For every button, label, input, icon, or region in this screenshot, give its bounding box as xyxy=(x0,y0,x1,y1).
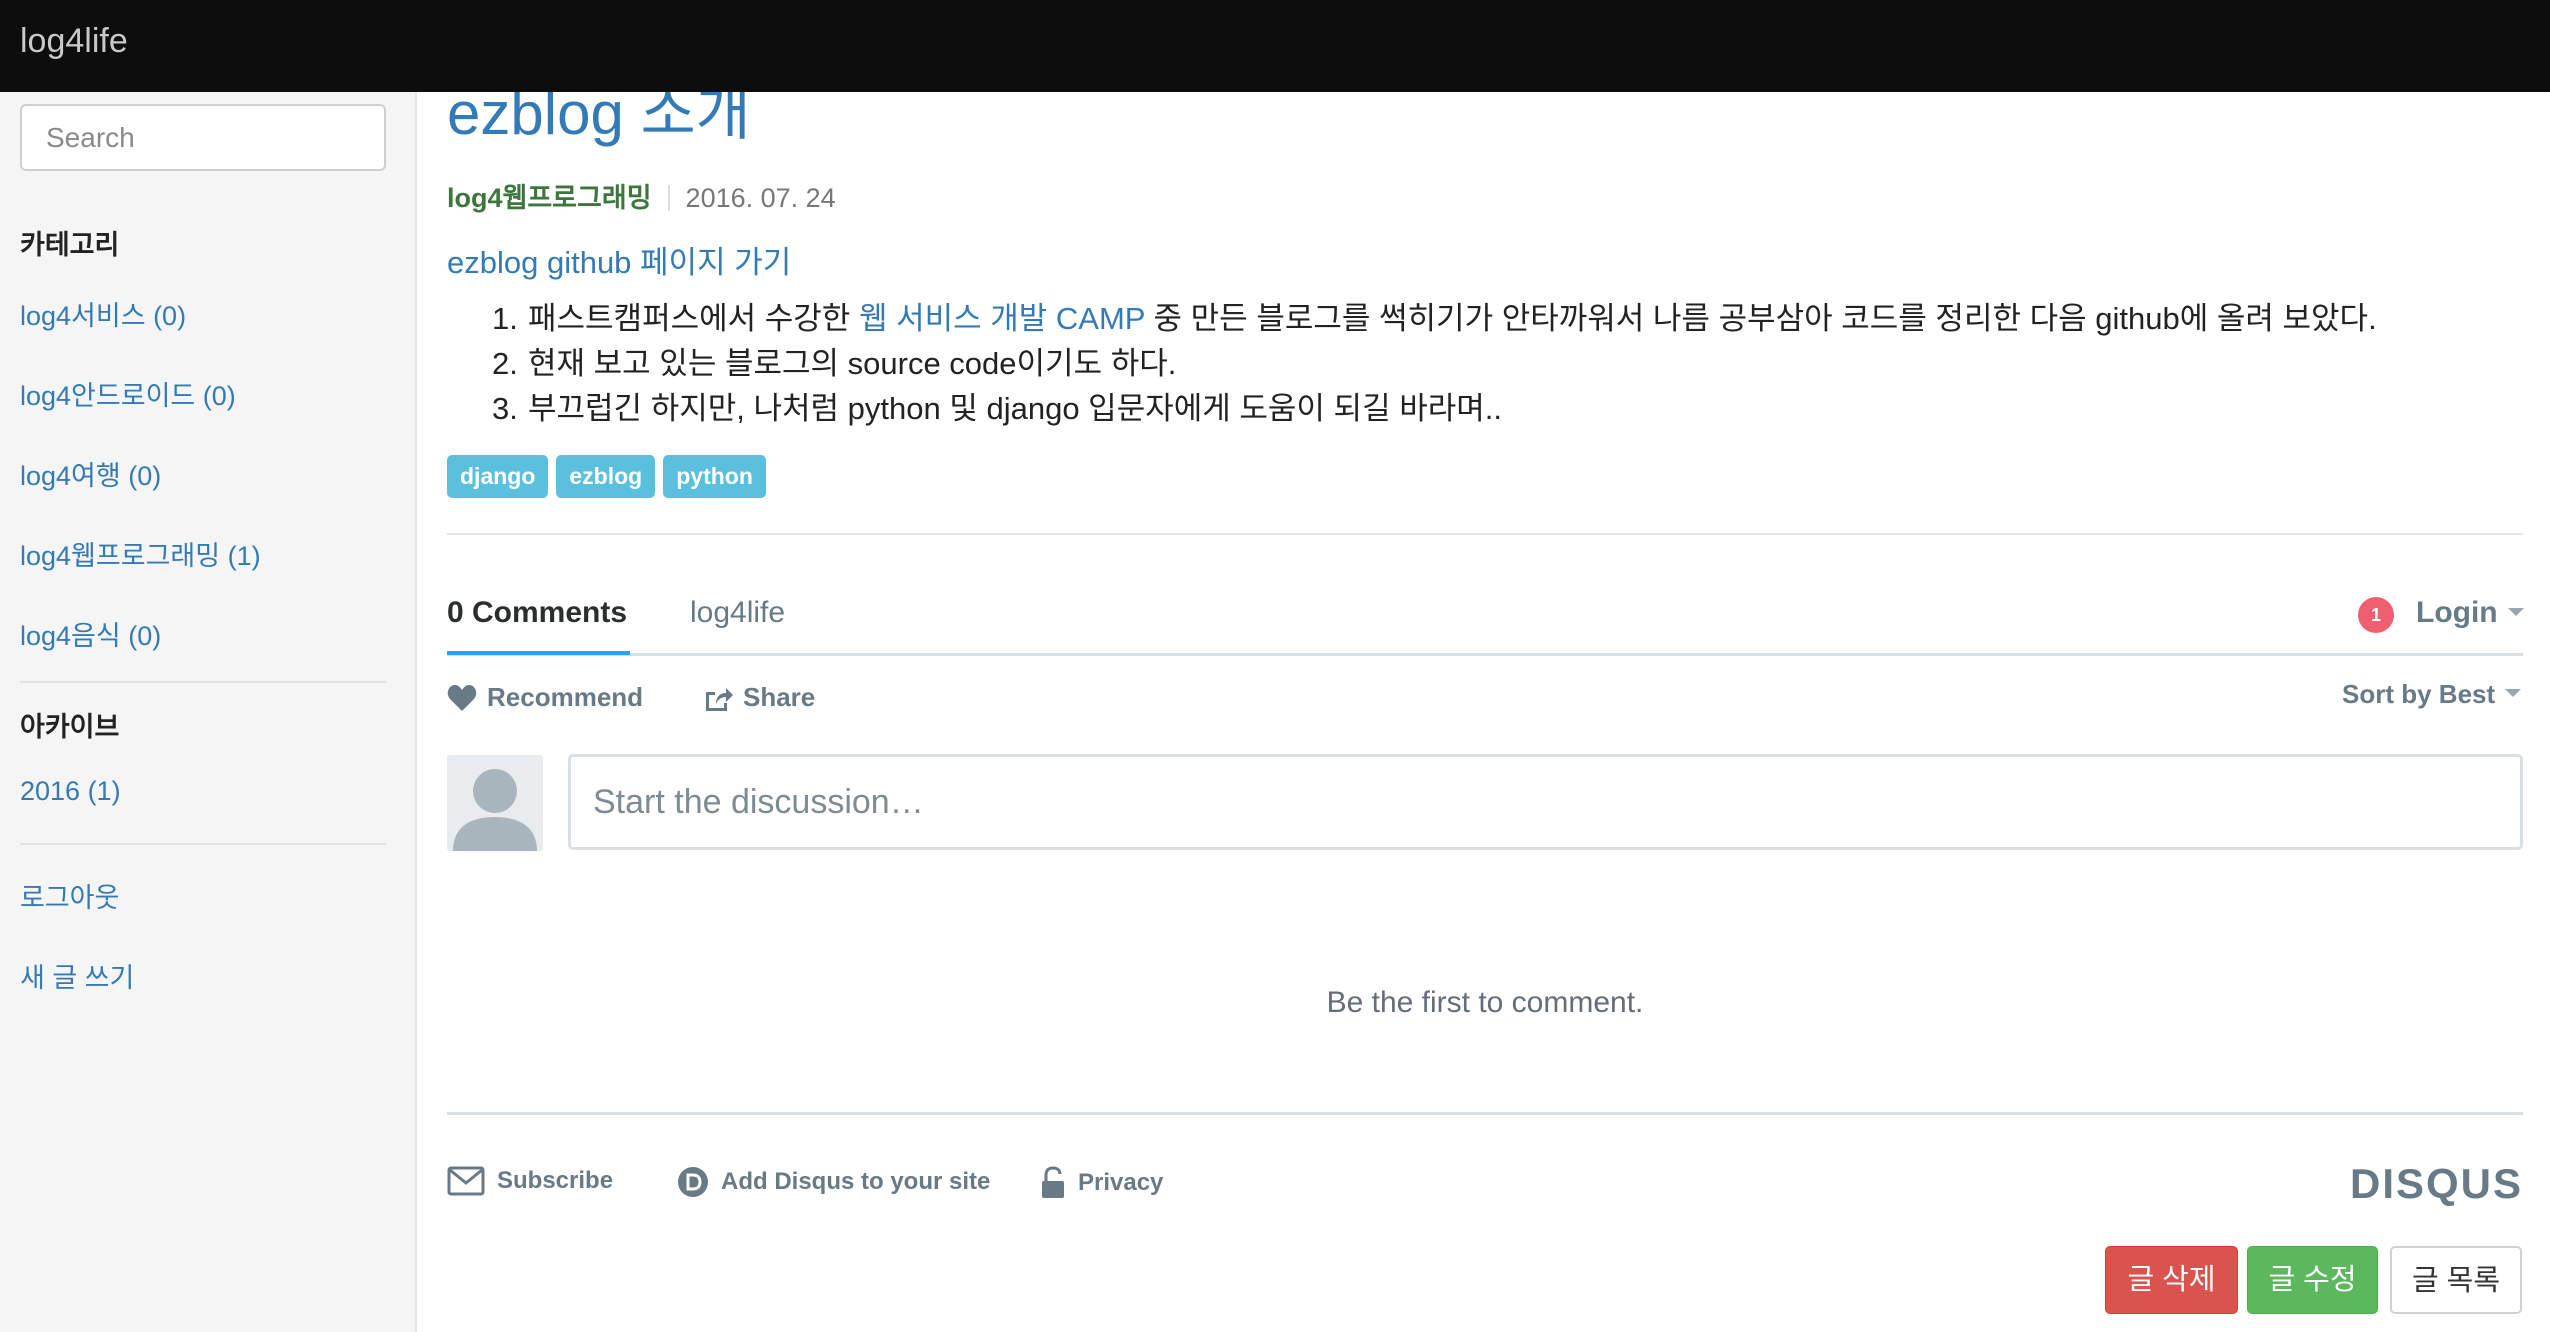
login-dropdown[interactable]: Login xyxy=(2416,596,2524,630)
user-avatar-icon xyxy=(453,769,537,851)
sidebar: Search 카테고리 log4서비스 (0) log4안드로이드 (0) lo… xyxy=(0,92,417,1332)
github-link[interactable]: ezblog github 페이지 가기 xyxy=(447,237,791,282)
subscribe-link[interactable]: Subscribe xyxy=(447,1166,613,1196)
empty-comments-message: Be the first to comment. xyxy=(1326,986,1644,1019)
disqus-d-icon xyxy=(678,1167,708,1197)
post-divider xyxy=(447,533,2523,535)
tag-python[interactable]: python xyxy=(663,455,766,498)
disqus-footer-divider xyxy=(447,1112,2523,1115)
tag-django[interactable]: django xyxy=(447,455,549,498)
sort-dropdown[interactable]: Sort by Best xyxy=(2342,679,2522,710)
logout-link[interactable]: 로그아웃 xyxy=(20,876,119,915)
post-list-button[interactable]: 글 목록 xyxy=(2390,1246,2522,1314)
new-post-link[interactable]: 새 글 쓰기 xyxy=(20,956,134,995)
active-tab-underline xyxy=(447,651,630,655)
delete-post-button[interactable]: 글 삭제 xyxy=(2105,1246,2238,1314)
post-category-link[interactable]: log4웹프로그래밍 xyxy=(447,183,652,213)
share-button[interactable]: Share xyxy=(703,682,815,713)
brand-link[interactable]: log4life xyxy=(20,22,128,61)
envelope-icon xyxy=(447,1166,485,1196)
list-item: 3. 부끄럽긴 하지만, 나처럼 python 및 django 입문자에게 도움… xyxy=(492,391,1502,426)
share-icon xyxy=(706,687,733,711)
sidebar-divider xyxy=(20,681,386,683)
add-disqus-link[interactable]: Add Disqus to your site xyxy=(677,1166,990,1198)
privacy-link[interactable]: Privacy xyxy=(1040,1166,1163,1200)
post-tags: django ezblog python xyxy=(447,455,774,498)
meta-separator xyxy=(667,185,670,211)
sidebar-item-category[interactable]: log4웹프로그래밍 (1) xyxy=(20,534,261,573)
notification-badge[interactable]: 1 xyxy=(2358,597,2394,633)
tab-site[interactable]: log4life xyxy=(690,596,785,630)
chevron-down-icon xyxy=(2507,608,2524,616)
post-date: 2016. 07. 24 xyxy=(685,183,836,213)
sidebar-item-archive[interactable]: 2016 (1) xyxy=(20,776,121,807)
post-meta: log4웹프로그래밍 2016. 07. 24 xyxy=(447,176,836,215)
post-body-list: 1. 패스트캠퍼스에서 수강한 웹 서비스 개발 CAMP 중 만든 블로그를 썩… xyxy=(492,296,2377,431)
edit-post-button[interactable]: 글 수정 xyxy=(2247,1246,2378,1314)
archive-heading: 아카이브 xyxy=(20,712,120,742)
sidebar-item-category[interactable]: log4서비스 (0) xyxy=(20,294,186,333)
list-item: 1. 패스트캠퍼스에서 수강한 웹 서비스 개발 CAMP 중 만든 블로그를 썩… xyxy=(492,301,2377,336)
disqus-tabs-line xyxy=(447,653,2523,656)
sidebar-item-category[interactable]: log4여행 (0) xyxy=(20,454,161,493)
tag-ezblog[interactable]: ezblog xyxy=(556,455,656,498)
recommend-button[interactable]: Recommend xyxy=(447,682,643,713)
discussion-input[interactable]: Start the discussion… xyxy=(568,754,2523,850)
lock-icon xyxy=(1042,1166,1064,1198)
heart-icon xyxy=(447,684,477,711)
list-item: 2. 현재 보고 있는 블로그의 source code이기도 하다. xyxy=(492,346,1177,381)
chevron-down-icon xyxy=(2505,689,2522,697)
tab-comments[interactable]: 0 Comments xyxy=(447,596,627,630)
top-navbar: log4life xyxy=(0,0,2550,92)
camp-link[interactable]: 웹 서비스 개발 CAMP xyxy=(859,301,1145,336)
disqus-logo[interactable]: DISQUS xyxy=(2350,1160,2523,1208)
main-content: ezblog 소개 log4웹프로그래밍 2016. 07. 24 ezblog … xyxy=(447,0,2524,1332)
search-input[interactable]: Search xyxy=(20,104,386,171)
sidebar-item-category[interactable]: log4음식 (0) xyxy=(20,614,161,653)
sidebar-divider xyxy=(20,843,386,845)
sidebar-item-category[interactable]: log4안드로이드 (0) xyxy=(20,374,236,413)
category-heading: 카테고리 xyxy=(20,230,120,260)
avatar xyxy=(447,755,543,851)
